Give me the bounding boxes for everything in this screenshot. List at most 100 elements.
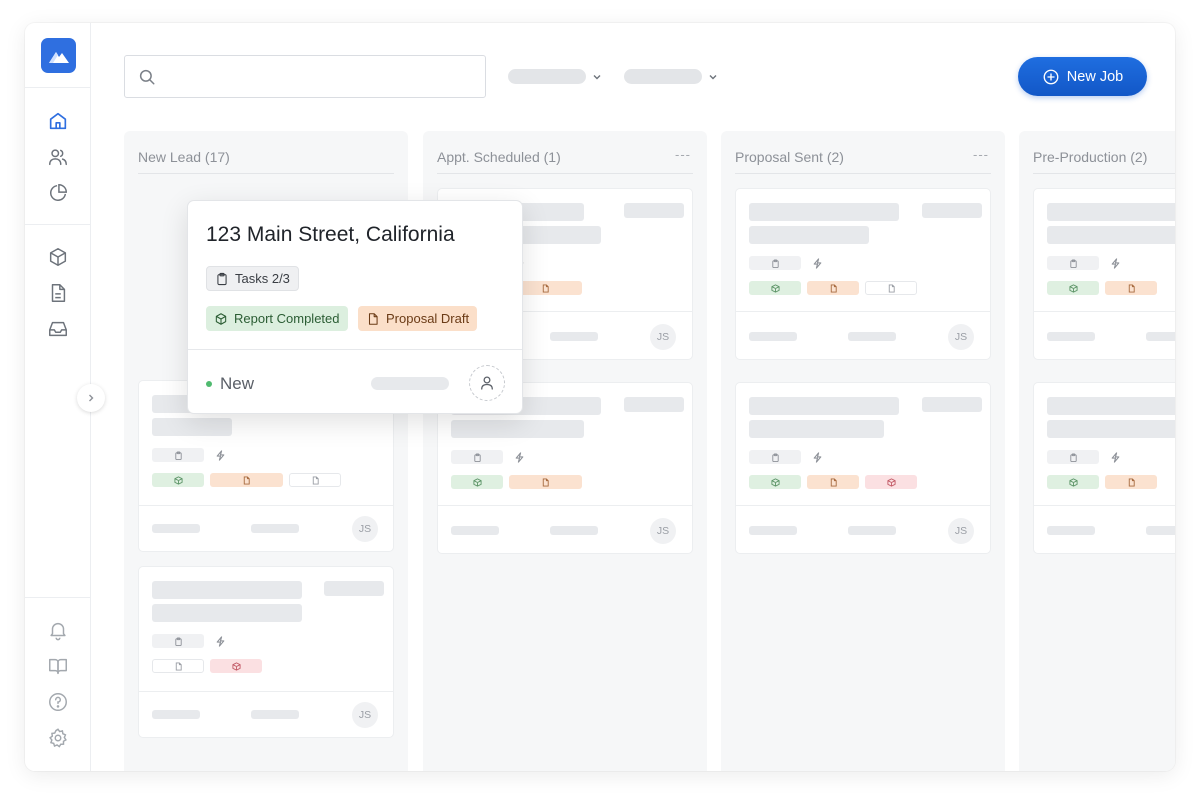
card-title-placeholder (749, 203, 899, 221)
new-job-button[interactable]: New Job (1018, 57, 1147, 96)
card-title-placeholder (1047, 226, 1175, 244)
inbox-icon[interactable] (47, 318, 69, 340)
document-icon (830, 283, 837, 293)
document-icon[interactable] (47, 282, 69, 304)
report-completed-tag[interactable]: Report Completed (206, 306, 348, 331)
card-meta-row (749, 256, 827, 270)
column-menu[interactable]: --- (675, 147, 691, 162)
card-title-placeholder (749, 397, 899, 415)
card-meta-row (1047, 256, 1125, 270)
chevron-right-icon (89, 394, 94, 402)
card-title-placeholder (152, 418, 232, 436)
card-tag-row (1047, 475, 1157, 489)
search-input[interactable] (124, 55, 486, 98)
clipboard-icon (1069, 452, 1077, 462)
card-meta-placeholder (848, 526, 896, 535)
clipboard-icon (771, 452, 779, 462)
proposal-tag (807, 475, 859, 489)
job-card[interactable]: JS (735, 188, 991, 360)
clipboard-icon (771, 258, 779, 268)
cube-icon (215, 312, 227, 325)
book-icon[interactable] (47, 655, 69, 677)
card-meta-row (152, 634, 230, 648)
card-tag-row (1047, 281, 1157, 295)
job-card[interactable]: JS (138, 566, 394, 738)
avatar[interactable]: JS (650, 324, 676, 350)
column-title: Pre-Production (2) (1033, 149, 1148, 165)
assign-user-button[interactable] (469, 365, 505, 401)
filter-placeholder (624, 69, 702, 84)
column-divider (735, 173, 991, 174)
clipboard-icon (174, 636, 182, 646)
status-label: New (220, 374, 255, 393)
proposal-tag (210, 473, 283, 487)
tasks-tag[interactable]: Tasks 2/3 (206, 266, 299, 291)
bolt-icon (807, 450, 827, 464)
avatar[interactable]: JS (352, 702, 378, 728)
filter-dropdown-2[interactable] (624, 69, 718, 84)
job-card[interactable] (1033, 382, 1175, 554)
job-card[interactable]: JS (735, 382, 991, 554)
report-tag (749, 475, 801, 489)
card-divider (736, 505, 990, 506)
tasks-tag (152, 448, 204, 462)
avatar[interactable]: JS (650, 518, 676, 544)
avatar[interactable]: JS (352, 516, 378, 542)
card-title-placeholder (1047, 203, 1175, 221)
column-title: New Lead (17) (138, 149, 230, 165)
column-divider (1033, 173, 1175, 174)
card-meta-placeholder (251, 710, 299, 719)
sidebar-divider (25, 224, 91, 225)
cube-icon[interactable] (47, 246, 69, 268)
card-title-placeholder (152, 604, 302, 622)
card-meta-placeholder (1146, 332, 1175, 341)
column-divider (437, 173, 693, 174)
tasks-tag (451, 450, 503, 464)
card-tag-row (152, 659, 262, 673)
report-tag (1047, 475, 1099, 489)
card-price-placeholder (324, 581, 384, 596)
card-meta-placeholder (550, 332, 598, 341)
chevron-down-icon (593, 74, 601, 79)
clipboard-icon (473, 452, 481, 462)
clipboard-icon (174, 450, 182, 460)
app-logo[interactable] (41, 38, 76, 73)
card-divider (438, 505, 692, 506)
new-job-label: New Job (1066, 68, 1124, 85)
report-tag (1047, 281, 1099, 295)
card-meta-row (749, 450, 827, 464)
bolt-icon (807, 256, 827, 270)
column-menu[interactable]: --- (973, 147, 989, 162)
card-meta-placeholder (1047, 332, 1095, 341)
bell-icon[interactable] (47, 619, 69, 641)
card-meta-placeholder (152, 710, 200, 719)
home-icon[interactable] (47, 110, 69, 132)
filter-dropdown-1[interactable] (508, 69, 602, 84)
clipboard-icon (217, 272, 227, 285)
tasks-tag (152, 634, 204, 648)
job-card[interactable] (1033, 188, 1175, 360)
proposal-draft-tag[interactable]: Proposal Draft (358, 306, 478, 331)
avatar[interactable]: JS (948, 324, 974, 350)
card-tag-row (749, 475, 917, 489)
document-icon (175, 661, 182, 671)
report-tag (152, 473, 204, 487)
job-card-expanded[interactable]: 123 Main Street, California Tasks 2/3 Re… (187, 200, 523, 414)
pie-chart-icon[interactable] (47, 182, 69, 204)
card-tag-row (749, 281, 917, 295)
card-title-placeholder (749, 420, 884, 438)
sidebar-collapse-button[interactable] (77, 384, 105, 412)
card-title-placeholder (749, 226, 869, 244)
avatar[interactable]: JS (948, 518, 974, 544)
cube-icon (1068, 283, 1078, 293)
users-icon[interactable] (47, 146, 69, 168)
card-meta-placeholder (1146, 526, 1175, 535)
card-meta-placeholder (848, 332, 896, 341)
cube-icon (886, 477, 896, 487)
help-icon[interactable] (47, 691, 69, 713)
card-title-placeholder (152, 581, 302, 599)
settings-icon[interactable] (47, 727, 69, 749)
user-icon (481, 376, 493, 390)
column-title: Proposal Sent (2) (735, 149, 844, 165)
bolt-icon (509, 450, 529, 464)
